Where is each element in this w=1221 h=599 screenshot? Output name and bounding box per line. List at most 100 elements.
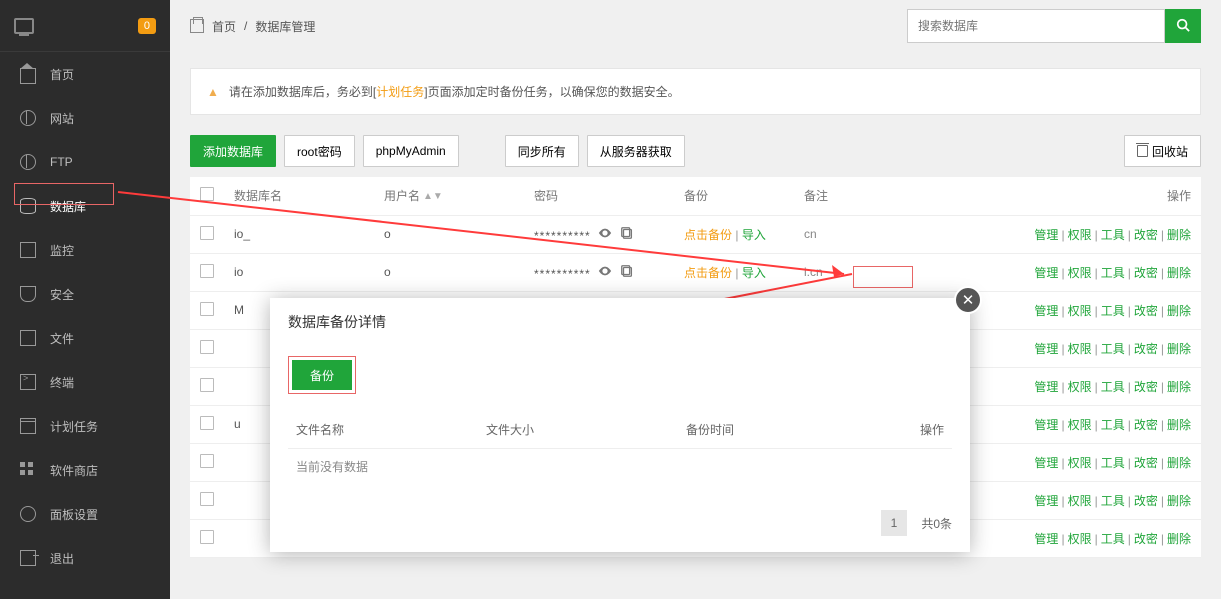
row-action[interactable]: 删除	[1167, 532, 1191, 546]
row-action[interactable]: 删除	[1167, 494, 1191, 508]
sidebar-item-4[interactable]: 监控	[0, 228, 170, 272]
row-action[interactable]: 删除	[1167, 342, 1191, 356]
row-action[interactable]: 删除	[1167, 228, 1191, 242]
sidebar-item-6[interactable]: 文件	[0, 316, 170, 360]
add-db-button[interactable]: 添加数据库	[190, 135, 276, 167]
row-action[interactable]: 管理	[1034, 266, 1058, 280]
row-action[interactable]: 改密	[1134, 380, 1158, 394]
sidebar-item-8[interactable]: 计划任务	[0, 404, 170, 448]
notification-badge[interactable]: 0	[138, 18, 156, 34]
row-action[interactable]: 工具	[1101, 266, 1125, 280]
row-action[interactable]: 管理	[1034, 304, 1058, 318]
row-action[interactable]: 改密	[1134, 494, 1158, 508]
row-action[interactable]: 改密	[1134, 342, 1158, 356]
import-link[interactable]: 导入	[742, 266, 766, 280]
row-checkbox[interactable]	[200, 264, 214, 278]
import-link[interactable]: 导入	[742, 228, 766, 242]
row-action[interactable]: 工具	[1101, 342, 1125, 356]
col-note: 备注	[804, 189, 828, 203]
row-action[interactable]: 改密	[1134, 304, 1158, 318]
row-action[interactable]: 工具	[1101, 494, 1125, 508]
sync-all-button[interactable]: 同步所有	[505, 135, 579, 167]
row-action[interactable]: 管理	[1034, 342, 1058, 356]
row-action[interactable]: 权限	[1068, 380, 1092, 394]
eye-icon[interactable]	[597, 225, 613, 241]
copy-icon[interactable]	[619, 263, 635, 279]
search-input[interactable]	[907, 9, 1165, 43]
row-checkbox[interactable]	[200, 492, 214, 506]
row-action[interactable]: 管理	[1034, 418, 1058, 432]
backup-link[interactable]: 点击备份	[684, 228, 732, 242]
sidebar-label-5: 安全	[50, 286, 74, 303]
eye-icon[interactable]	[597, 263, 613, 279]
row-action[interactable]: 改密	[1134, 532, 1158, 546]
row-action[interactable]: 管理	[1034, 494, 1058, 508]
row-action[interactable]: 改密	[1134, 418, 1158, 432]
row-action[interactable]: 工具	[1101, 304, 1125, 318]
row-checkbox[interactable]	[200, 226, 214, 240]
recycle-button[interactable]: 回收站	[1124, 135, 1201, 167]
sidebar-item-11[interactable]: 退出	[0, 536, 170, 580]
row-checkbox[interactable]	[200, 454, 214, 468]
row-action[interactable]: 工具	[1101, 418, 1125, 432]
modal-backup-button[interactable]: 备份	[292, 360, 352, 390]
sidebar-item-3[interactable]: 数据库	[0, 184, 170, 228]
sort-icon[interactable]: ▲▼	[423, 194, 443, 200]
phpmyadmin-button[interactable]: phpMyAdmin	[363, 135, 459, 167]
sidebar-item-7[interactable]: 终端	[0, 360, 170, 404]
modal-title: 数据库备份详情	[270, 298, 970, 346]
sidebar-item-5[interactable]: 安全	[0, 272, 170, 316]
row-action[interactable]: 工具	[1101, 456, 1125, 470]
row-action[interactable]: 权限	[1068, 304, 1092, 318]
cell-note[interactable]: cn	[804, 227, 817, 241]
row-checkbox[interactable]	[200, 378, 214, 392]
row-action[interactable]: 删除	[1167, 380, 1191, 394]
fetch-server-button[interactable]: 从服务器获取	[587, 135, 685, 167]
row-action[interactable]: 权限	[1068, 228, 1092, 242]
row-action[interactable]: 权限	[1068, 266, 1092, 280]
row-checkbox[interactable]	[200, 340, 214, 354]
checkbox-all[interactable]	[200, 187, 214, 201]
row-action[interactable]: 管理	[1034, 228, 1058, 242]
sidebar-label-0: 首页	[50, 66, 74, 83]
row-action[interactable]: 工具	[1101, 380, 1125, 394]
row-action[interactable]: 权限	[1068, 418, 1092, 432]
sidebar-item-2[interactable]: FTP	[0, 140, 170, 184]
sidebar-label-4: 监控	[50, 242, 74, 259]
row-action[interactable]: 权限	[1068, 342, 1092, 356]
row-action[interactable]: 删除	[1167, 266, 1191, 280]
sidebar-item-0[interactable]: 首页	[0, 52, 170, 96]
copy-icon[interactable]	[619, 225, 635, 241]
row-action[interactable]: 权限	[1068, 494, 1092, 508]
row-action[interactable]: 权限	[1068, 456, 1092, 470]
col-name[interactable]: 数据库名	[234, 189, 282, 203]
row-action[interactable]: 改密	[1134, 228, 1158, 242]
breadcrumb-home[interactable]: 首页	[212, 18, 236, 35]
search-button[interactable]	[1165, 9, 1201, 43]
row-action[interactable]: 删除	[1167, 418, 1191, 432]
row-action[interactable]: 管理	[1034, 532, 1058, 546]
cell-note[interactable]: i.cn	[804, 265, 823, 279]
row-action[interactable]: 改密	[1134, 266, 1158, 280]
root-pwd-button[interactable]: root密码	[284, 135, 355, 167]
sidebar-item-9[interactable]: 软件商店	[0, 448, 170, 492]
row-action[interactable]: 管理	[1034, 380, 1058, 394]
row-checkbox[interactable]	[200, 530, 214, 544]
row-action[interactable]: 工具	[1101, 532, 1125, 546]
row-action[interactable]: 工具	[1101, 228, 1125, 242]
page-current[interactable]: 1	[881, 510, 908, 536]
row-checkbox[interactable]	[200, 302, 214, 316]
modal-close-button[interactable]: ✕	[954, 286, 982, 314]
row-checkbox[interactable]	[200, 416, 214, 430]
row-action[interactable]: 删除	[1167, 456, 1191, 470]
sidebar: 0 首页网站FTP数据库监控安全文件终端计划任务软件商店面板设置退出	[0, 0, 170, 599]
backup-link[interactable]: 点击备份	[684, 266, 732, 280]
row-action[interactable]: 改密	[1134, 456, 1158, 470]
col-user[interactable]: 用户名	[384, 189, 420, 203]
row-action[interactable]: 管理	[1034, 456, 1058, 470]
sidebar-item-10[interactable]: 面板设置	[0, 492, 170, 536]
row-action[interactable]: 权限	[1068, 532, 1092, 546]
sidebar-item-1[interactable]: 网站	[0, 96, 170, 140]
alert-link[interactable]: 计划任务	[376, 85, 424, 99]
row-action[interactable]: 删除	[1167, 304, 1191, 318]
